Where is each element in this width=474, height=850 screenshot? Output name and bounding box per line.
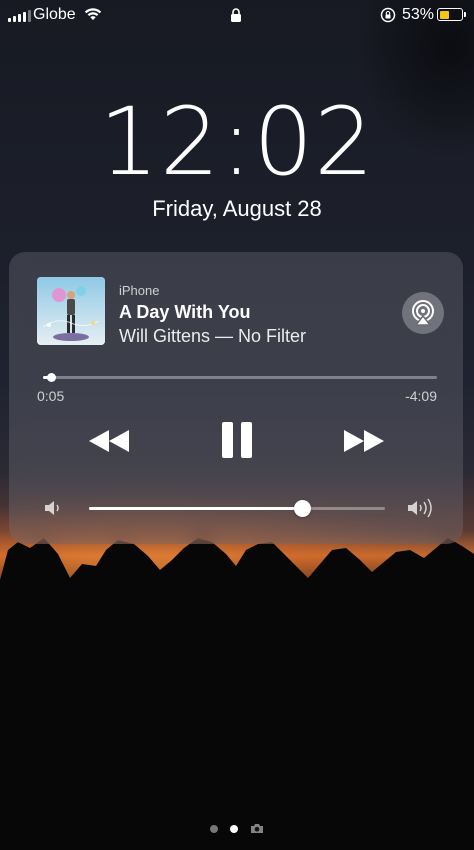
wallpaper-treeline xyxy=(0,538,474,850)
artist-album-label: Will Gittens — No Filter xyxy=(119,326,307,346)
track-title: A Day With You xyxy=(119,302,251,322)
volume-knob[interactable] xyxy=(294,500,312,517)
rotation-lock-icon xyxy=(380,7,396,23)
playback-scrubber[interactable] xyxy=(43,373,437,382)
page-dot-active[interactable] xyxy=(230,824,238,833)
fast-forward-button[interactable] xyxy=(342,428,386,454)
scrubber-knob[interactable] xyxy=(46,373,56,382)
volume-high-icon xyxy=(408,498,432,518)
wifi-icon xyxy=(84,8,102,20)
page-indicator[interactable] xyxy=(0,823,474,834)
rewind-icon xyxy=(89,430,129,452)
album-art[interactable] xyxy=(37,277,105,345)
rewind-button[interactable] xyxy=(87,428,131,454)
status-bar: Globe 53% xyxy=(0,0,474,30)
now-playing-widget[interactable]: iPhone A Day With You Will Gittens — No … xyxy=(9,252,463,544)
pause-icon xyxy=(222,422,252,458)
volume-low-icon xyxy=(45,501,59,515)
pause-button[interactable] xyxy=(219,420,255,460)
lock-screen-time: 12:02 xyxy=(99,88,375,197)
lock-icon xyxy=(231,8,241,22)
elapsed-time: 0:05 xyxy=(37,388,65,404)
remaining-time: -4:09 xyxy=(405,388,437,404)
volume-slider[interactable] xyxy=(89,500,385,517)
airplay-icon xyxy=(412,300,434,326)
camera-icon[interactable] xyxy=(250,823,264,834)
fast-forward-icon xyxy=(344,430,384,452)
cellular-signal-icon xyxy=(8,10,31,22)
playback-device-label: iPhone xyxy=(119,283,160,298)
airplay-button[interactable] xyxy=(402,292,444,334)
battery-percentage: 53% xyxy=(402,6,435,23)
lock-screen-date: Friday, August 28 xyxy=(152,196,322,221)
battery-icon xyxy=(437,8,466,21)
carrier-label: Globe xyxy=(33,6,76,23)
page-dot[interactable] xyxy=(210,824,218,833)
